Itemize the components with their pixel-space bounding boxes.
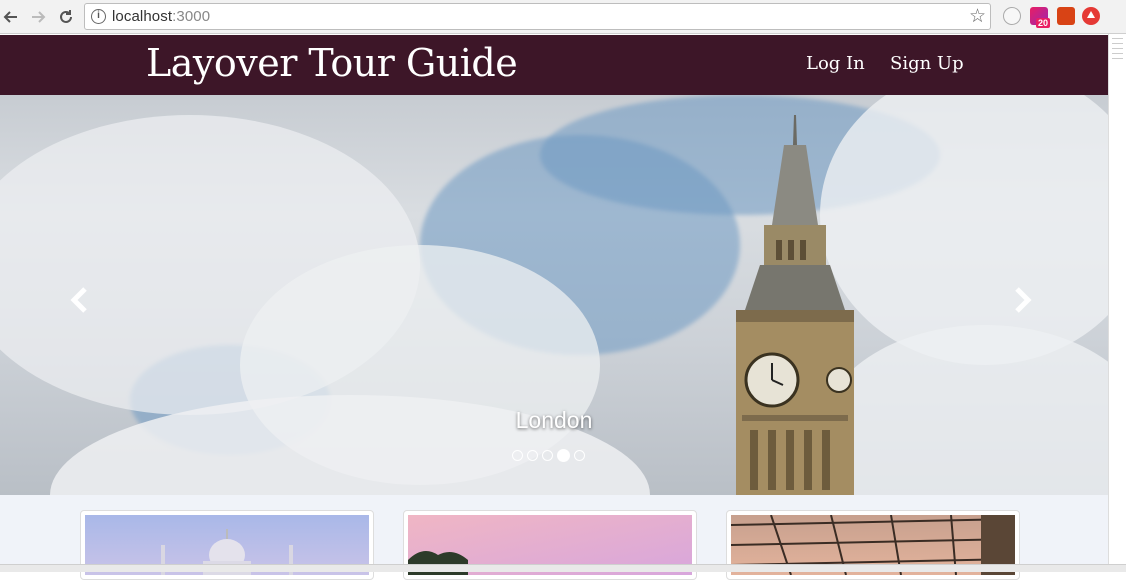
signup-link[interactable]: Sign Up (890, 53, 964, 74)
forward-button[interactable] (27, 6, 49, 28)
info-icon[interactable]: i (91, 9, 106, 24)
carousel-dot-active[interactable] (557, 449, 570, 462)
browser-toolbar: i localhost:3000 ☆ 20 (0, 0, 1126, 34)
slide-caption: London (515, 407, 593, 433)
reload-button[interactable] (55, 6, 77, 28)
clock-tower-image (736, 115, 854, 495)
carousel-dot[interactable] (574, 450, 585, 461)
extension-icon[interactable] (1003, 7, 1021, 25)
arrow-right-icon (32, 11, 46, 23)
url-text: localhost:3000 (112, 8, 211, 25)
address-bar[interactable]: i localhost:3000 ☆ (84, 3, 991, 30)
chevron-right-icon[interactable] (1006, 285, 1036, 315)
carousel-indicators (512, 449, 585, 462)
brand-title[interactable]: Layover Tour Guide (146, 41, 518, 85)
carousel-dot[interactable] (527, 450, 538, 461)
carousel-dot[interactable] (542, 450, 553, 461)
side-panel (1108, 34, 1126, 572)
site-navbar: Layover Tour Guide Log In Sign Up (0, 35, 1108, 95)
destination-cards (0, 495, 1108, 580)
reload-icon (60, 10, 72, 23)
carousel-dot[interactable] (512, 450, 523, 461)
extension-app-icon[interactable] (1057, 7, 1075, 25)
status-bar (0, 564, 1126, 572)
back-button[interactable] (0, 6, 22, 28)
extension-badge: 20 (1035, 18, 1050, 28)
hero-carousel: London (0, 95, 1108, 495)
extension-badge-icon[interactable]: 20 (1030, 7, 1050, 28)
login-link[interactable]: Log In (806, 53, 865, 74)
arrow-left-icon (3, 11, 17, 23)
upload-icon[interactable] (1082, 7, 1100, 25)
chevron-left-icon[interactable] (66, 285, 96, 315)
star-icon[interactable]: ☆ (969, 6, 986, 28)
